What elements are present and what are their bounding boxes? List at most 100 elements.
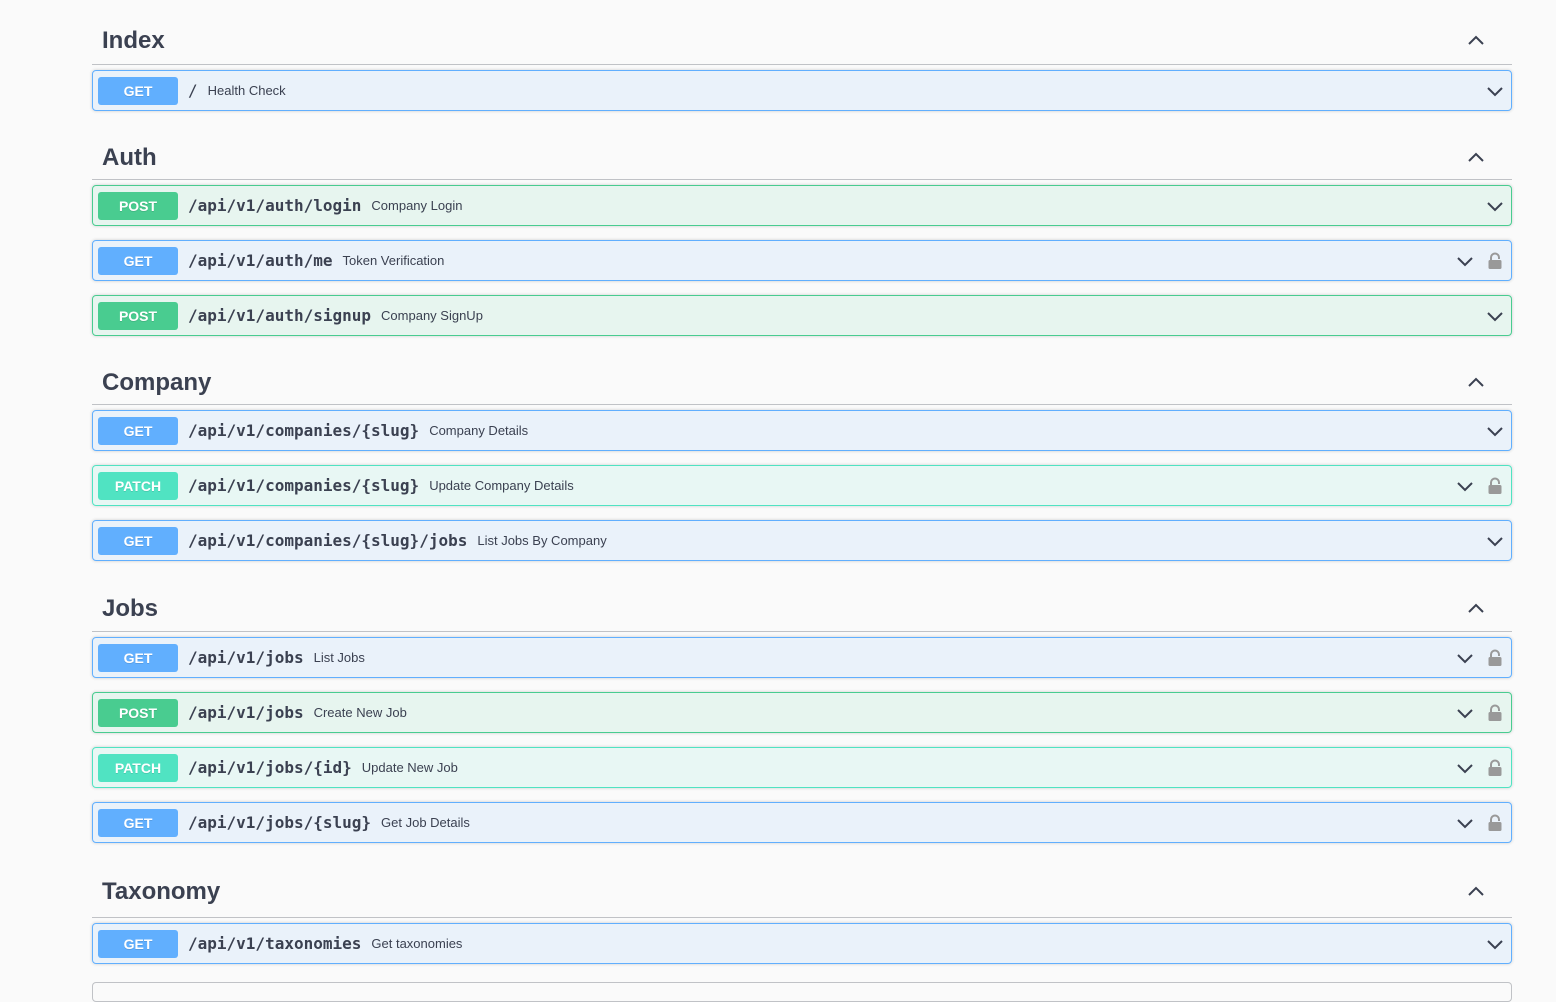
chevron-down-icon[interactable] [1455, 758, 1475, 778]
tag-title: Jobs [102, 595, 159, 622]
operation-get-job-details[interactable]: GET /api/v1/jobs/{slug} Get Job Details [92, 802, 1512, 843]
operation-controls [1455, 648, 1505, 668]
tag-section-auth: Auth POST /api/v1/auth/login Company Log… [92, 125, 1512, 336]
chevron-down-icon[interactable] [1485, 196, 1505, 216]
operation-path: /api/v1/auth/login [188, 196, 362, 215]
schemas-section[interactable] [92, 982, 1512, 1002]
lock-icon[interactable] [1485, 476, 1505, 496]
method-badge: PATCH [98, 471, 178, 500]
tag-section-jobs: Jobs GET /api/v1/jobs List Jobs POST /ap… [92, 575, 1512, 843]
operation-post-auth-login[interactable]: POST /api/v1/auth/login Company Login [92, 185, 1512, 226]
lock-icon[interactable] [1485, 813, 1505, 833]
operation-summary: Token Verification [342, 253, 445, 268]
operation-summary: Company Details [429, 423, 529, 438]
operation-path: /api/v1/auth/signup [188, 306, 372, 325]
operation-path: /api/v1/jobs/{slug} [188, 813, 372, 832]
operation-path: /api/v1/auth/me [188, 251, 333, 270]
method-badge: POST [98, 698, 178, 727]
operation-get-company-jobs[interactable]: GET /api/v1/companies/{slug}/jobs List J… [92, 520, 1512, 561]
method-badge: POST [98, 191, 178, 220]
operation-path: /api/v1/companies/{slug} [188, 476, 420, 495]
chevron-up-icon[interactable] [1466, 373, 1486, 393]
operation-controls [1455, 251, 1505, 271]
tag-title: Auth [102, 143, 157, 171]
operation-controls [1485, 531, 1505, 551]
operation-path: /api/v1/jobs [188, 703, 304, 722]
chevron-down-icon[interactable] [1485, 421, 1505, 441]
tag-header-index[interactable]: Index [92, 18, 1512, 65]
tag-section-index: Index GET / Health Check [92, 0, 1512, 111]
tag-header-taxonomy[interactable]: Taxonomy [92, 867, 1512, 918]
tag-title: Taxonomy [102, 878, 221, 905]
tag-header-auth[interactable]: Auth [92, 136, 1512, 180]
operation-path: /api/v1/jobs [188, 648, 304, 667]
method-badge: GET [98, 808, 178, 837]
operation-summary: List Jobs [313, 650, 365, 665]
operation-get-health[interactable]: GET / Health Check [92, 70, 1512, 111]
operation-post-jobs[interactable]: POST /api/v1/jobs Create New Job [92, 692, 1512, 733]
chevron-up-icon[interactable] [1466, 882, 1486, 902]
method-badge: GET [98, 246, 178, 275]
operation-path: /api/v1/taxonomies [188, 934, 362, 953]
operation-path: /api/v1/companies/{slug}/jobs [188, 531, 468, 550]
operation-post-auth-signup[interactable]: POST /api/v1/auth/signup Company SignUp [92, 295, 1512, 336]
operation-summary: Update New Job [361, 760, 458, 775]
method-badge: GET [98, 526, 178, 555]
operation-controls [1455, 476, 1505, 496]
operation-summary: Health Check [207, 83, 286, 98]
tag-title: Index [102, 27, 165, 54]
operation-get-company[interactable]: GET /api/v1/companies/{slug} Company Det… [92, 410, 1512, 451]
method-badge: GET [98, 929, 178, 958]
operation-path: /api/v1/jobs/{id} [188, 758, 352, 777]
operation-summary: List Jobs By Company [477, 533, 607, 548]
operation-summary: Create New Job [313, 705, 407, 720]
chevron-up-icon[interactable] [1466, 31, 1486, 51]
tag-header-jobs[interactable]: Jobs [92, 587, 1512, 632]
lock-icon[interactable] [1485, 251, 1505, 271]
lock-icon[interactable] [1485, 648, 1505, 668]
chevron-down-icon[interactable] [1485, 306, 1505, 326]
operation-controls [1485, 934, 1505, 954]
operation-get-jobs[interactable]: GET /api/v1/jobs List Jobs [92, 637, 1512, 678]
tag-section-taxonomy: Taxonomy GET /api/v1/taxonomies Get taxo… [92, 857, 1512, 964]
operation-patch-company[interactable]: PATCH /api/v1/companies/{slug} Update Co… [92, 465, 1512, 506]
operation-get-auth-me[interactable]: GET /api/v1/auth/me Token Verification [92, 240, 1512, 281]
method-badge: GET [98, 416, 178, 445]
method-badge: POST [98, 301, 178, 330]
operation-summary: Company Login [371, 198, 463, 213]
tag-title: Company [102, 369, 212, 396]
operation-patch-job[interactable]: PATCH /api/v1/jobs/{id} Update New Job [92, 747, 1512, 788]
tag-header-company[interactable]: Company [92, 362, 1512, 405]
chevron-up-icon[interactable] [1466, 599, 1486, 619]
operation-controls [1485, 196, 1505, 216]
chevron-down-icon[interactable] [1455, 703, 1475, 723]
chevron-down-icon[interactable] [1455, 648, 1475, 668]
operation-summary: Get taxonomies [371, 936, 463, 951]
method-badge: GET [98, 643, 178, 672]
chevron-down-icon[interactable] [1455, 251, 1475, 271]
operation-summary: Company SignUp [381, 308, 483, 323]
chevron-down-icon[interactable] [1485, 934, 1505, 954]
operation-get-taxonomies[interactable]: GET /api/v1/taxonomies Get taxonomies [92, 923, 1512, 964]
operation-path: /api/v1/companies/{slug} [188, 421, 420, 440]
method-badge: PATCH [98, 753, 178, 782]
chevron-down-icon[interactable] [1485, 81, 1505, 101]
chevron-up-icon[interactable] [1466, 148, 1486, 168]
operation-controls [1455, 813, 1505, 833]
chevron-down-icon[interactable] [1485, 531, 1505, 551]
chevron-down-icon[interactable] [1455, 813, 1475, 833]
operation-controls [1455, 758, 1505, 778]
operation-controls [1485, 81, 1505, 101]
operation-summary: Get Job Details [381, 815, 470, 830]
operation-path: / [188, 81, 198, 100]
operation-controls [1455, 703, 1505, 723]
operation-summary: Update Company Details [429, 478, 574, 493]
method-badge: GET [98, 76, 178, 105]
chevron-down-icon[interactable] [1455, 476, 1475, 496]
operation-controls [1485, 421, 1505, 441]
operations-container: Index GET / Health Check Auth POST /api/… [92, 0, 1512, 978]
operation-controls [1485, 306, 1505, 326]
lock-icon[interactable] [1485, 758, 1505, 778]
lock-icon[interactable] [1485, 703, 1505, 723]
tag-section-company: Company GET /api/v1/companies/{slug} Com… [92, 350, 1512, 561]
